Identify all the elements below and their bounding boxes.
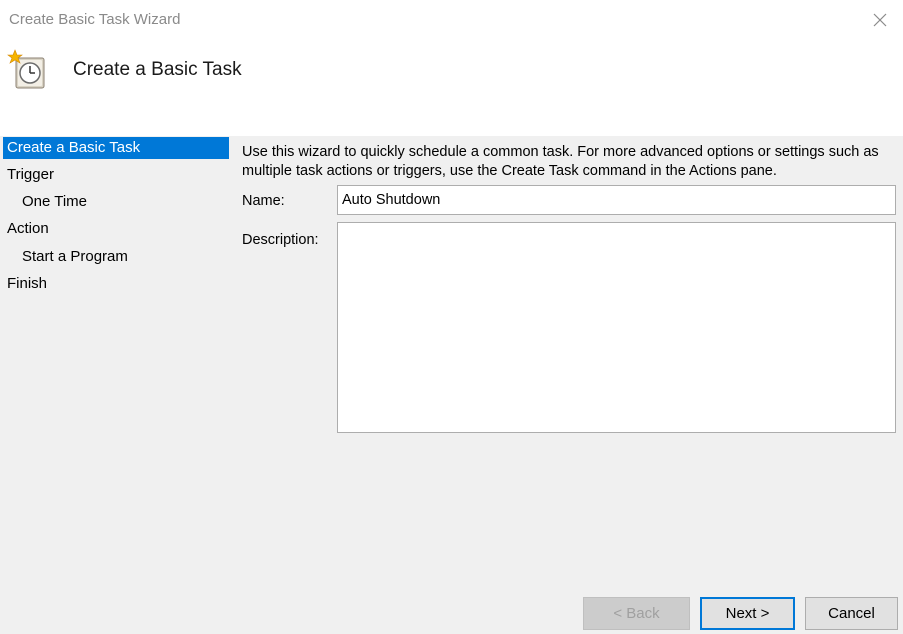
nav-step-start-program[interactable]: Start a Program bbox=[3, 246, 229, 268]
nav-step-action[interactable]: Action bbox=[3, 218, 229, 240]
close-button[interactable] bbox=[857, 0, 903, 40]
title-bar: Create Basic Task Wizard bbox=[0, 0, 903, 40]
description-input[interactable] bbox=[337, 222, 896, 433]
cancel-button[interactable]: Cancel bbox=[805, 597, 898, 630]
nav-step-trigger[interactable]: Trigger bbox=[3, 164, 229, 186]
window-title: Create Basic Task Wizard bbox=[9, 11, 181, 28]
wizard-steps-nav: Create a Basic Task Trigger One Time Act… bbox=[0, 136, 232, 634]
name-label: Name: bbox=[242, 193, 285, 209]
nav-step-create-basic-task[interactable]: Create a Basic Task bbox=[3, 137, 229, 159]
nav-step-one-time[interactable]: One Time bbox=[3, 191, 229, 213]
close-icon bbox=[873, 13, 887, 27]
next-button[interactable]: Next > bbox=[700, 597, 795, 630]
back-button[interactable]: < Back bbox=[583, 597, 690, 630]
task-clock-icon bbox=[7, 49, 45, 89]
intro-text: Use this wizard to quickly schedule a co… bbox=[242, 144, 879, 179]
name-input[interactable] bbox=[337, 185, 896, 215]
page-title: Create a Basic Task bbox=[73, 59, 242, 80]
description-label: Description: bbox=[242, 232, 319, 248]
wizard-header: Create a Basic Task bbox=[0, 40, 903, 136]
nav-step-finish[interactable]: Finish bbox=[3, 273, 229, 295]
wizard-content: Use this wizard to quickly schedule a co… bbox=[232, 136, 903, 634]
